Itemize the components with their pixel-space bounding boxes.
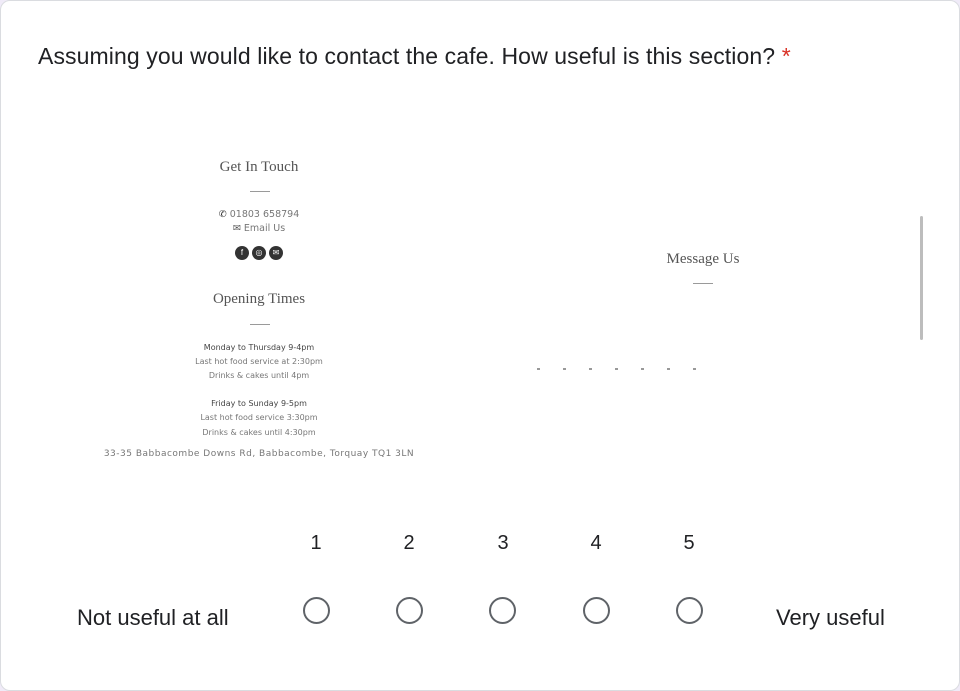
scale-number-3: 3	[497, 532, 509, 554]
email-link: Email Us	[243, 223, 286, 234]
hours-block1-line1: Last hot food service at 2:30pm	[195, 357, 323, 366]
required-asterisk: *	[781, 43, 791, 69]
scale-number-1: 1	[310, 532, 322, 554]
hours-block2-title: Friday to Sunday 9-5pm	[211, 399, 307, 408]
scrollbar[interactable]	[920, 216, 923, 340]
scale-number-4: 4	[590, 532, 602, 554]
phone-number: 01803 658794	[229, 209, 300, 220]
divider	[250, 191, 270, 192]
hours-block1-title: Monday to Thursday 9-4pm	[203, 343, 315, 352]
radio-option-3[interactable]	[489, 597, 516, 624]
radio-option-1[interactable]	[303, 597, 330, 624]
form-fragment	[537, 368, 707, 370]
scale-low-label: Not useful at all	[77, 605, 229, 630]
email-line: ✉ Email Us	[159, 223, 359, 234]
hours-block2-line1: Last hot food service 3:30pm	[200, 413, 318, 422]
scale-number-2: 2	[403, 532, 415, 554]
radio-option-2[interactable]	[396, 597, 423, 624]
phone-line: ✆ 01803 658794	[159, 209, 359, 220]
scale-number-5: 5	[683, 532, 695, 554]
instagram-icon: ◎	[252, 246, 266, 260]
hours-block1-line2: Drinks & cakes until 4pm	[208, 371, 310, 380]
message-us-heading: Message Us	[666, 251, 740, 267]
question-card: Assuming you would like to contact the c…	[0, 0, 960, 691]
opening-times-heading: Opening Times	[212, 291, 306, 307]
question-image: Get In Touch ✆ 01803 658794 ✉ Email Us f…	[1, 141, 960, 481]
divider	[693, 283, 713, 284]
hours-block2-line2: Drinks & cakes until 4:30pm	[202, 428, 316, 437]
get-in-touch-heading: Get In Touch	[219, 159, 299, 175]
email-icon: ✉	[269, 246, 283, 260]
scale-high-label: Very useful	[776, 605, 885, 630]
address: 33-35 Babbacombe Downs Rd, Babbacombe, T…	[103, 449, 415, 459]
question-title: Assuming you would like to contact the c…	[38, 43, 791, 70]
divider	[250, 324, 270, 325]
envelope-icon: ✉	[232, 223, 241, 234]
phone-icon: ✆	[218, 209, 227, 220]
radio-option-5[interactable]	[676, 597, 703, 624]
facebook-icon: f	[235, 246, 249, 260]
question-text: Assuming you would like to contact the c…	[38, 43, 776, 69]
radio-option-4[interactable]	[583, 597, 610, 624]
